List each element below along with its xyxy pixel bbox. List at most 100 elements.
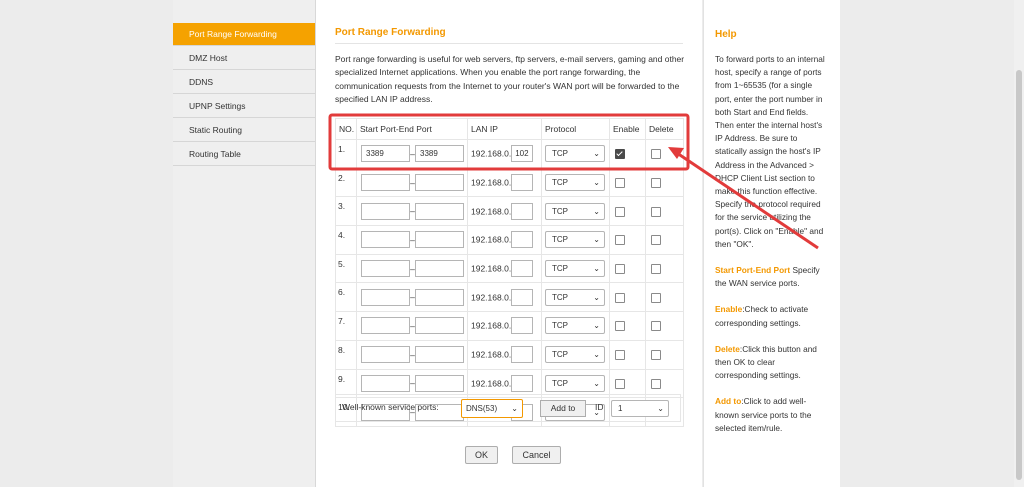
lan-ip-last-octet-input[interactable] [511, 346, 534, 364]
chevron-down-icon: ⌄ [593, 292, 600, 302]
delete-checkbox[interactable] [651, 235, 661, 246]
lan-ip-last-octet-input[interactable] [511, 260, 534, 278]
end-port-input[interactable] [415, 174, 464, 192]
help-entry-add-to: Add to:Click to add well-known service p… [715, 395, 829, 435]
protocol-cell: TCP ⌄ [541, 196, 610, 227]
table-body: 1. 3389–3389 192.168.0. 102 TCP ⌄ 2. –192.168.0… [335, 139, 684, 427]
header-lan-ip: LAN IP [467, 118, 542, 140]
cancel-button[interactable]: Cancel [512, 446, 561, 464]
help-intro: To forward ports to an internal host, sp… [715, 54, 825, 249]
sidebar-item-static-routing[interactable]: Static Routing [173, 119, 315, 142]
start-port-input[interactable] [361, 288, 410, 306]
protocol-select[interactable]: TCP ⌄ [545, 346, 605, 364]
page-scrollbar[interactable] [1014, 0, 1024, 487]
delete-checkbox[interactable] [651, 292, 661, 303]
start-port-input[interactable] [361, 317, 410, 335]
chevron-down-icon: ⌄ [593, 149, 600, 159]
enable-checkbox[interactable] [615, 149, 625, 160]
protocol-select[interactable]: TCP ⌄ [545, 145, 605, 163]
sidebar-item-upnp-settings[interactable]: UPNP Settings [173, 95, 315, 118]
sidebar-item-routing-table[interactable]: Routing Table [173, 143, 315, 166]
enable-cell [609, 339, 646, 370]
start-port-input[interactable] [361, 231, 410, 249]
protocol-select[interactable]: TCP ⌄ [545, 288, 605, 306]
port-range-cell: – [356, 311, 468, 341]
lan-ip-last-octet-input[interactable] [511, 231, 534, 249]
protocol-select[interactable]: TCP ⌄ [545, 260, 605, 278]
scrollbar-thumb[interactable] [1016, 70, 1022, 480]
service-port-select[interactable]: DNS(53) ⌄ [461, 399, 523, 418]
table-row: 5. –192.168.0. TCP ⌄ [335, 253, 684, 284]
lan-ip-last-octet-input[interactable] [511, 174, 534, 192]
ok-button[interactable]: OK [465, 446, 498, 464]
start-port-input[interactable] [361, 374, 410, 392]
enable-checkbox[interactable] [615, 177, 625, 188]
delete-checkbox[interactable] [651, 177, 661, 188]
protocol-value: TCP [552, 206, 568, 216]
chevron-down-icon: ⌄ [511, 404, 518, 413]
enable-checkbox[interactable] [615, 292, 625, 303]
table-row: 2. –192.168.0. TCP ⌄ [335, 167, 684, 198]
end-port-input[interactable] [415, 260, 464, 278]
delete-checkbox[interactable] [651, 378, 661, 389]
protocol-select[interactable]: TCP ⌄ [545, 231, 605, 249]
help-body: To forward ports to an internal host, sp… [715, 53, 829, 448]
port-range-cell: – [356, 282, 468, 313]
lan-ip-prefix: 192.168.0. [471, 234, 512, 245]
sidebar-item-ddns[interactable]: DDNS [173, 71, 315, 94]
chevron-down-icon: ⌄ [593, 321, 600, 331]
protocol-select[interactable]: TCP ⌄ [545, 202, 605, 220]
lan-ip-cell: 192.168.0. [467, 196, 542, 227]
end-port-input[interactable] [415, 202, 464, 220]
start-port-input[interactable]: 3389 [361, 145, 410, 163]
help-key: Start Port-End Port [715, 265, 791, 276]
protocol-value: TCP [552, 378, 568, 388]
end-port-input[interactable] [415, 346, 464, 364]
start-port-input[interactable] [361, 174, 410, 192]
protocol-select[interactable]: TCP ⌄ [545, 374, 605, 392]
delete-checkbox[interactable] [651, 350, 661, 361]
enable-cell [609, 139, 646, 169]
lan-ip-prefix: 192.168.0. [471, 263, 512, 274]
start-port-input[interactable] [361, 260, 410, 278]
start-port-input[interactable] [361, 346, 410, 364]
protocol-cell: TCP ⌄ [541, 167, 610, 198]
end-port-input[interactable] [415, 317, 464, 335]
delete-checkbox[interactable] [651, 321, 661, 332]
lan-ip-last-octet-input[interactable] [511, 374, 534, 392]
id-select[interactable]: 1 ⌄ [611, 400, 669, 417]
table-row: 1. 3389–3389 192.168.0. 102 TCP ⌄ [335, 139, 684, 169]
enable-checkbox[interactable] [615, 206, 625, 217]
lan-ip-last-octet-input[interactable]: 102 [511, 145, 534, 163]
enable-checkbox[interactable] [615, 235, 625, 246]
lan-ip-last-octet-input[interactable] [511, 288, 534, 306]
router-admin-page: Port Range Forwarding DMZ Host DDNS UPNP… [0, 0, 1024, 487]
protocol-select[interactable]: TCP ⌄ [545, 317, 605, 335]
delete-checkbox[interactable] [651, 206, 661, 217]
table-row: 7. –192.168.0. TCP ⌄ [335, 311, 684, 341]
delete-checkbox[interactable] [651, 263, 661, 274]
protocol-value: TCP [552, 321, 568, 331]
sidebar-item-dmz-host[interactable]: DMZ Host [173, 47, 315, 70]
sidebar-item-port-range-forwarding[interactable]: Port Range Forwarding [173, 23, 315, 46]
delete-cell [645, 253, 684, 284]
enable-checkbox[interactable] [615, 321, 625, 332]
protocol-select[interactable]: TCP ⌄ [545, 174, 605, 192]
end-port-input[interactable] [415, 231, 464, 249]
port-range-cell: – [356, 196, 468, 227]
enable-checkbox[interactable] [615, 350, 625, 361]
header-enable: Enable [609, 118, 646, 140]
end-port-input[interactable] [415, 374, 464, 392]
chevron-down-icon: ⌄ [593, 206, 600, 216]
enable-cell [609, 282, 646, 313]
end-port-input[interactable]: 3389 [415, 145, 464, 163]
delete-cell [645, 167, 684, 198]
start-port-input[interactable] [361, 202, 410, 220]
enable-checkbox[interactable] [615, 263, 625, 274]
enable-checkbox[interactable] [615, 378, 625, 389]
lan-ip-last-octet-input[interactable] [511, 317, 534, 335]
add-to-button[interactable]: Add to [540, 400, 586, 417]
delete-checkbox[interactable] [651, 149, 661, 160]
end-port-input[interactable] [415, 288, 464, 306]
lan-ip-last-octet-input[interactable] [511, 202, 534, 220]
